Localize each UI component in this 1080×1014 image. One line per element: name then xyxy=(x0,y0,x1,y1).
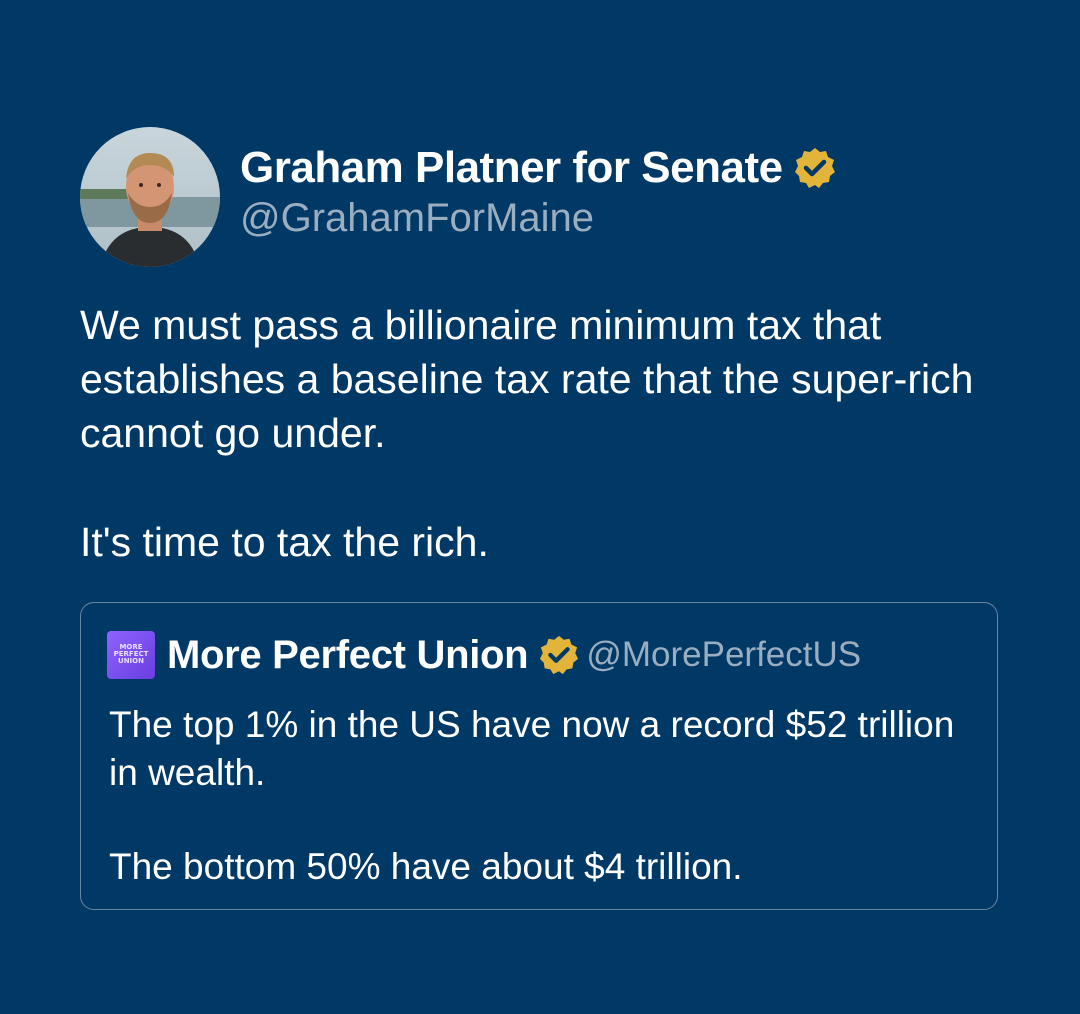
quoted-post-header: MORE PERFECT UNION More Perfect Union @M… xyxy=(107,629,861,681)
author-handle[interactable]: @GrahamForMaine xyxy=(240,193,594,243)
quoted-author-handle[interactable]: @MorePerfectUS xyxy=(586,635,861,675)
post-card: Graham Platner for Senate @GrahamForMain… xyxy=(0,0,1080,1014)
quoted-post-body-second: The bottom 50% have about $4 trillion. xyxy=(109,843,969,891)
post-paragraph: It's time to tax the rich. xyxy=(80,519,489,565)
author-name-row[interactable]: Graham Platner for Senate xyxy=(240,140,837,196)
verified-badge-icon xyxy=(794,148,835,188)
quoted-post-card[interactable]: MORE PERFECT UNION More Perfect Union @M… xyxy=(80,602,998,910)
verified-badge-icon xyxy=(540,635,579,675)
author-avatar[interactable] xyxy=(80,127,220,267)
logo-text: UNION xyxy=(118,657,144,665)
quoted-post-body: The top 1% in the US have now a record $… xyxy=(109,701,969,797)
post-body: We must pass a billionaire minimum tax t… xyxy=(80,298,1020,460)
quoted-paragraph: The top 1% in the US have now a record $… xyxy=(109,704,955,793)
post-body-second: It's time to tax the rich. xyxy=(80,515,1020,569)
author-name[interactable]: Graham Platner for Senate xyxy=(240,140,783,196)
post-paragraph: We must pass a billionaire minimum tax t… xyxy=(80,302,974,456)
quoted-paragraph: The bottom 50% have about $4 trillion. xyxy=(109,846,743,887)
quoted-author-name[interactable]: More Perfect Union xyxy=(167,633,529,678)
more-perfect-union-logo[interactable]: MORE PERFECT UNION xyxy=(107,631,155,679)
